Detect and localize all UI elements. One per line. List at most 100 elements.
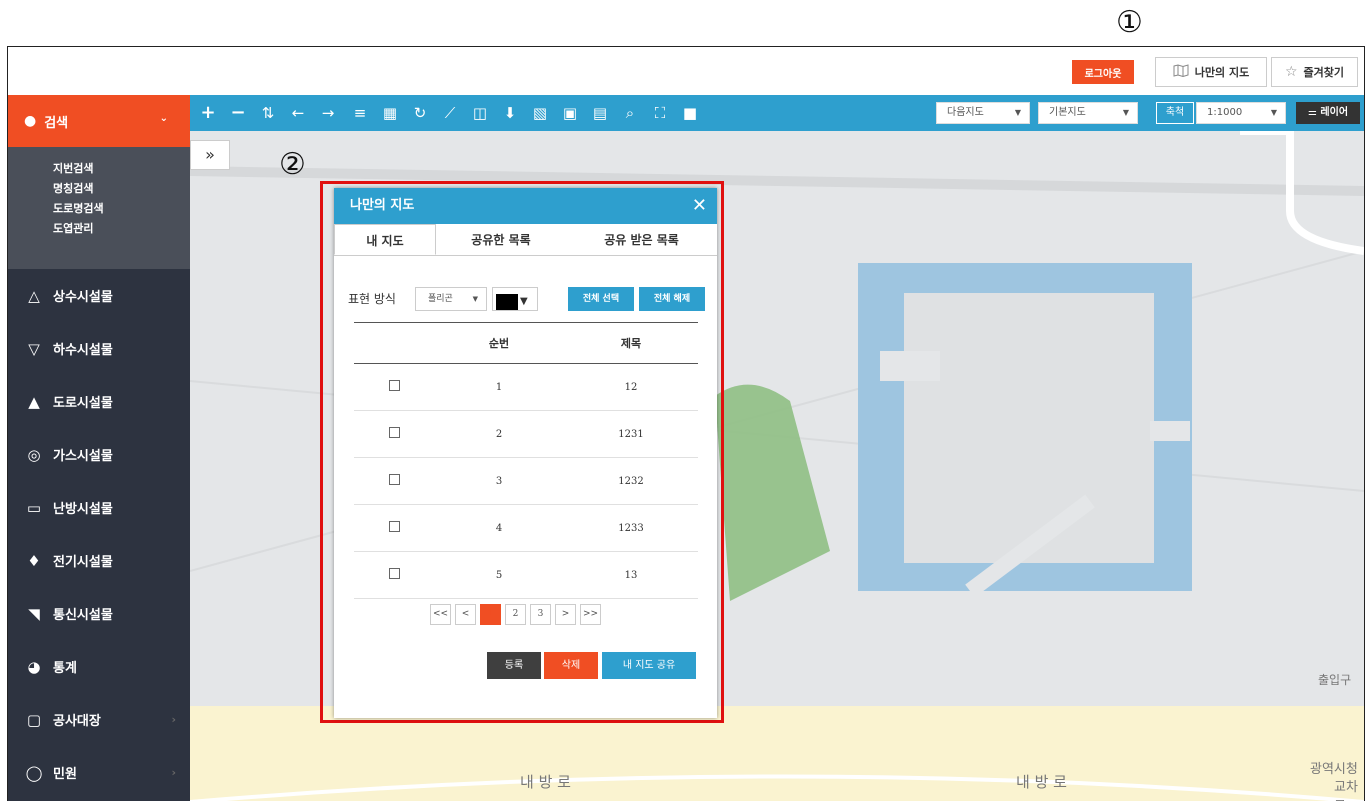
triangle-down-icon: ▽ bbox=[28, 339, 40, 358]
page-last-button[interactable]: >> bbox=[580, 604, 601, 625]
delete-button[interactable]: 삭제 bbox=[544, 652, 598, 679]
row-checkbox[interactable] bbox=[388, 380, 400, 391]
page-button[interactable]: 1 bbox=[480, 604, 501, 625]
grid-icon[interactable]: ▦ bbox=[378, 101, 402, 125]
folder-icon[interactable]: ▤ bbox=[588, 101, 612, 125]
page-prev-button[interactable]: < bbox=[455, 604, 476, 625]
sidebar-item-electric[interactable]: ♦ 전기시설물 bbox=[8, 534, 190, 587]
subnav-item-name-search[interactable]: 명칭검색 bbox=[53, 179, 190, 199]
page-button[interactable]: 2 bbox=[505, 604, 526, 625]
page-first-button[interactable]: << bbox=[430, 604, 451, 625]
sidebar-item-search[interactable]: ● 검색 ⌄ bbox=[8, 95, 190, 147]
download-icon[interactable]: ⬇ bbox=[498, 101, 522, 125]
scale-select[interactable]: 1:1000 ▼ bbox=[1196, 102, 1286, 124]
refresh-icon[interactable]: ↻ bbox=[408, 101, 432, 125]
entrance-label: 출입구 bbox=[1318, 673, 1352, 687]
row-checkbox[interactable] bbox=[388, 568, 400, 579]
sidebar-item-water[interactable]: △ 상수시설물 bbox=[8, 269, 190, 322]
row-number: 5 bbox=[495, 569, 503, 581]
row-title[interactable]: 1233 bbox=[564, 523, 698, 534]
subnav-item-road-search[interactable]: 도로명검색 bbox=[53, 199, 190, 219]
color-picker[interactable]: ▼ bbox=[492, 287, 538, 311]
gas-icon: ◎ bbox=[27, 445, 41, 464]
select-all-button[interactable]: 전체 선택 bbox=[568, 287, 634, 311]
row-title[interactable]: 1231 bbox=[564, 429, 698, 440]
star-icon: ☆ bbox=[1284, 64, 1298, 80]
tab-received-list[interactable]: 공유 받은 목록 bbox=[566, 224, 717, 255]
sidebar-item-heating[interactable]: ▭ 난방시설물 bbox=[8, 481, 190, 534]
logout-button[interactable]: 로그아웃 bbox=[1072, 60, 1134, 84]
sidebar-item-construction[interactable]: ▢ 공사대장 › bbox=[8, 693, 190, 746]
camera-icon[interactable]: ■ bbox=[678, 101, 702, 125]
print-icon[interactable]: ≡ bbox=[348, 101, 372, 125]
arrow-left-icon[interactable]: ← bbox=[286, 101, 310, 125]
header-title: 제목 bbox=[620, 337, 642, 350]
measure-area-icon[interactable]: ◫ bbox=[468, 101, 492, 125]
tab-my-map[interactable]: 내 지도 bbox=[334, 224, 436, 255]
row-checkbox[interactable] bbox=[388, 427, 400, 438]
display-type-select[interactable]: 폴리곤 ▼ bbox=[415, 287, 487, 311]
arrow-right-icon[interactable]: → bbox=[316, 101, 340, 125]
row-title[interactable]: 13 bbox=[564, 570, 698, 581]
pan-icon[interactable]: ⇅ bbox=[256, 101, 280, 125]
search-icon[interactable]: ⌕ bbox=[618, 101, 642, 125]
zoom-in-icon[interactable]: + bbox=[196, 101, 220, 125]
road-label: 내 방 로 bbox=[520, 773, 571, 791]
deselect-all-button[interactable]: 전체 해제 bbox=[639, 287, 705, 311]
page-next-button[interactable]: > bbox=[555, 604, 576, 625]
row-number: 3 bbox=[495, 475, 503, 487]
heating-icon: ▭ bbox=[26, 498, 42, 517]
row-checkbox[interactable] bbox=[388, 474, 400, 485]
dialog-actions: 등록 삭제 내 지도 공유 bbox=[334, 652, 717, 679]
page-button[interactable]: 3 bbox=[530, 604, 551, 625]
caret-down-icon: ▼ bbox=[520, 296, 528, 307]
fullscreen-icon[interactable]: ⛶ bbox=[648, 101, 672, 125]
road-icon: ▲ bbox=[28, 392, 40, 411]
pagination: << < 1 2 3 > >> bbox=[430, 604, 601, 626]
sidebar-item-gas[interactable]: ◎ 가스시설물 bbox=[8, 428, 190, 481]
map-source-select[interactable]: 다음지도 ▼ bbox=[936, 102, 1030, 124]
table-row: 3 1232 bbox=[354, 458, 698, 505]
zoom-out-icon[interactable]: − bbox=[226, 101, 250, 125]
row-title[interactable]: 1232 bbox=[564, 476, 698, 487]
image-icon[interactable]: ▧ bbox=[528, 101, 552, 125]
display-label: 표현 방식 bbox=[348, 292, 396, 306]
sidebar-item-telecom[interactable]: ◥ 통신시설물 bbox=[8, 587, 190, 640]
chevron-down-icon: ⌄ bbox=[159, 113, 168, 124]
layer-icon: ⚌ bbox=[1307, 107, 1317, 118]
chevron-right-icon: › bbox=[171, 766, 176, 779]
my-map-button[interactable]: 나만의 지도 bbox=[1155, 57, 1267, 87]
sidebar-item-stats[interactable]: ◕ 통계 bbox=[8, 640, 190, 693]
sidebar-item-complaint[interactable]: ◯ 민원 › bbox=[8, 746, 190, 799]
my-map-dialog: 나만의 지도 ✕ 내 지도 공유한 목록 공유 받은 목록 표현 방식 폴리곤 … bbox=[334, 188, 717, 718]
document-search-icon: ▢ bbox=[26, 710, 42, 729]
register-button[interactable]: 등록 bbox=[487, 652, 541, 679]
subnav-item-lot-search[interactable]: 지번검색 bbox=[53, 159, 190, 179]
measure-distance-icon[interactable]: ⟋ bbox=[438, 101, 462, 125]
header-bar: 로그아웃 나만의 지도 ☆ 즐겨찾기 bbox=[8, 47, 1364, 95]
share-my-map-button[interactable]: 내 지도 공유 bbox=[602, 652, 696, 679]
subnav-item-sheet-manage[interactable]: 도엽관리 bbox=[53, 219, 190, 239]
scale-label: 축척 bbox=[1156, 102, 1194, 124]
caret-down-icon: ▼ bbox=[1270, 108, 1277, 117]
sidebar-item-road[interactable]: ▲ 도로시설물 bbox=[8, 375, 190, 428]
location-pin-icon: ● bbox=[24, 113, 37, 129]
triangle-up-icon: △ bbox=[28, 286, 40, 305]
road-label: 내 방 로 bbox=[1016, 773, 1067, 791]
row-title[interactable]: 12 bbox=[564, 382, 698, 393]
expand-panel-button[interactable]: » bbox=[190, 140, 230, 170]
close-icon[interactable]: ✕ bbox=[692, 188, 707, 224]
row-checkbox[interactable] bbox=[388, 521, 400, 532]
chevron-right-icon: › bbox=[171, 713, 176, 726]
table-row: 1 12 bbox=[354, 364, 698, 411]
layer-button[interactable]: ⚌ 레이어 bbox=[1296, 102, 1360, 124]
sidebar-item-label: 통신시설물 bbox=[53, 608, 113, 623]
map-icon bbox=[1173, 64, 1189, 80]
sidebar-item-sewer[interactable]: ▽ 하수시설물 bbox=[8, 322, 190, 375]
map-type-select[interactable]: 기본지도 ▼ bbox=[1038, 102, 1138, 124]
my-map-table: 순번 제목 1 12 2 1231 3 1232 4 1233 5 13 bbox=[354, 322, 698, 599]
tab-shared-list[interactable]: 공유한 목록 bbox=[436, 224, 566, 255]
save-map-icon[interactable]: ▣ bbox=[558, 101, 582, 125]
favorites-button[interactable]: ☆ 즐겨찾기 bbox=[1271, 57, 1358, 87]
favorites-label: 즐겨찾기 bbox=[1303, 66, 1345, 79]
